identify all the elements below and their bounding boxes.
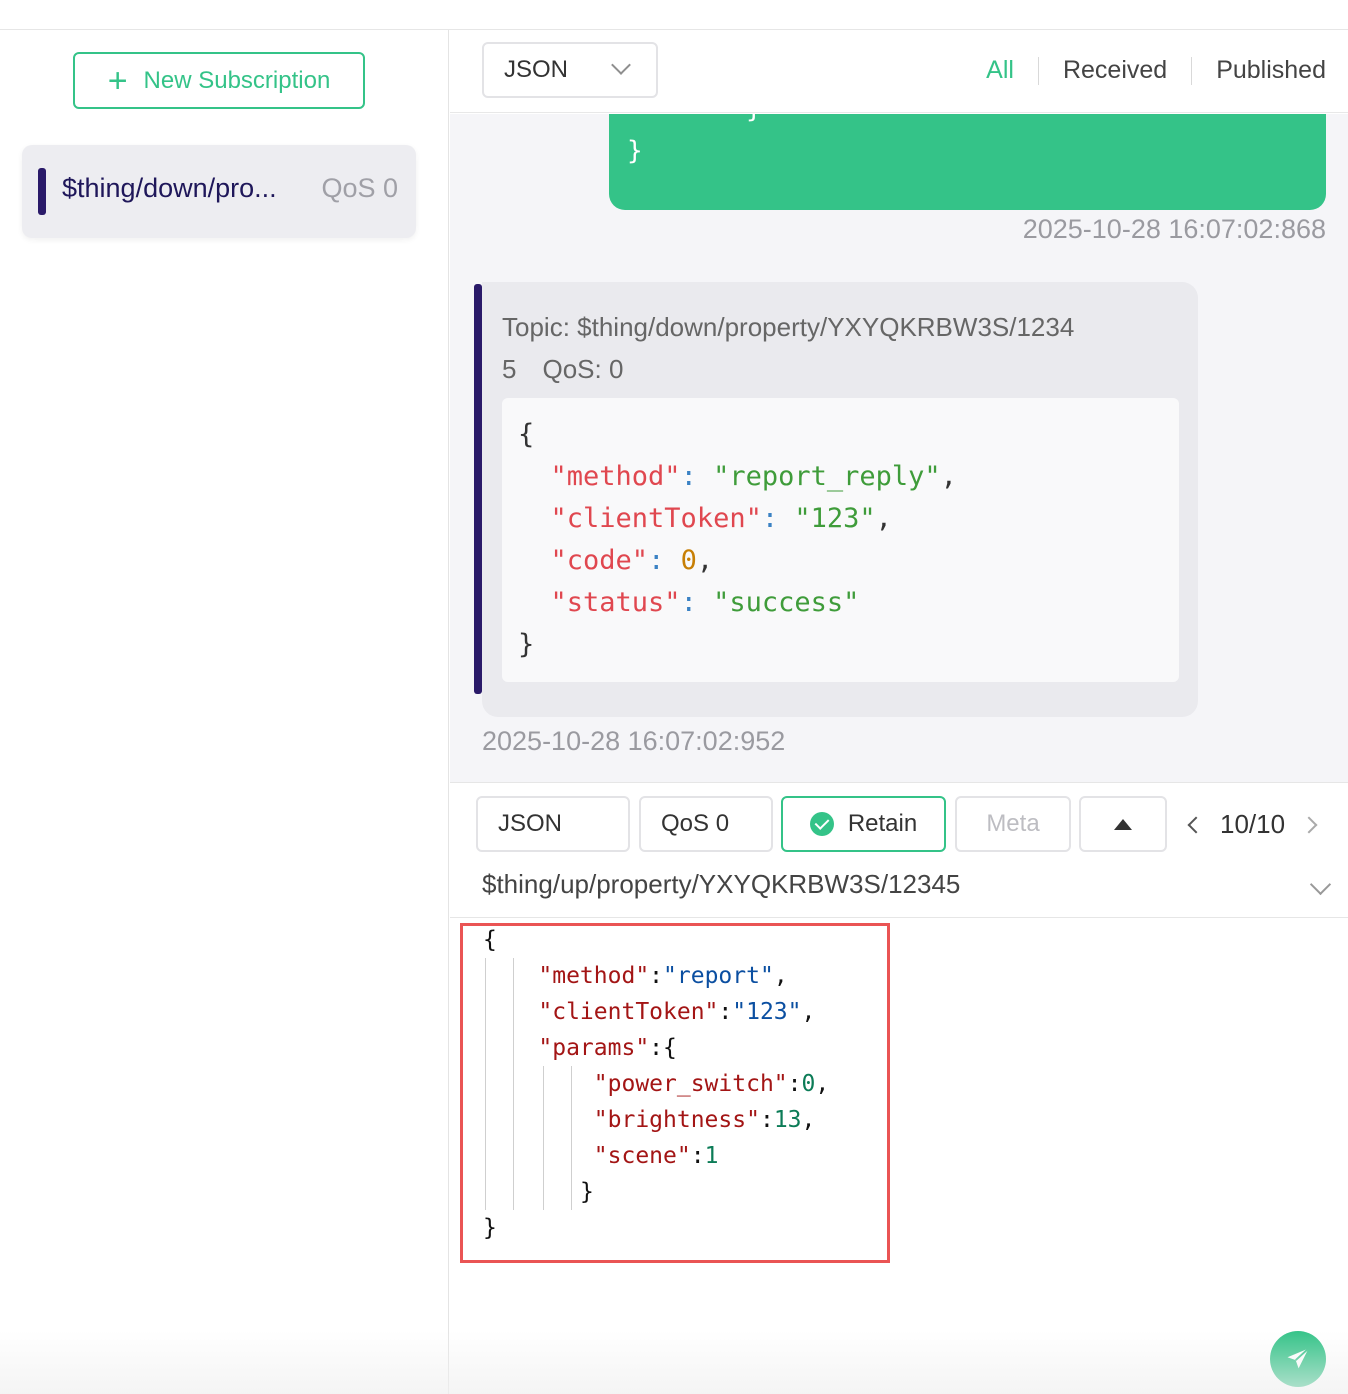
collapse-button[interactable]: [1079, 796, 1167, 852]
editor-line: {: [483, 922, 829, 958]
json-value: 1: [704, 1143, 719, 1169]
json-value: "report_reply": [713, 461, 941, 492]
tab-published[interactable]: Published: [1216, 56, 1326, 85]
top-bar: [0, 0, 1348, 30]
editor-line: "scene":1: [593, 1143, 719, 1169]
payload-line: "status": "success": [550, 587, 860, 618]
publish-format-value: JSON: [498, 810, 563, 837]
message-header: JSON All Received Published: [450, 30, 1348, 113]
subscriptions-sidebar: + New Subscription $thing/down/pro... Qo…: [0, 30, 449, 1394]
json-key: "clientToken": [550, 503, 762, 534]
payload-editor[interactable]: { "method":"report", "clientToken":"123"…: [460, 923, 890, 1263]
pager-count: 10/10: [1220, 809, 1286, 839]
payload-line: "method": "report_reply",: [550, 461, 957, 492]
json-key: "scene": [593, 1143, 691, 1169]
json-value: "123": [732, 999, 802, 1025]
divider: [450, 917, 1348, 918]
received-topic: Topic: $thing/down/property/YXYQKRBW3S/1…: [502, 306, 1162, 390]
brace: {: [518, 419, 535, 450]
received-timestamp: 2025-10-28 16:07:02:952: [482, 726, 786, 756]
received-topic-tail: 5: [502, 354, 517, 384]
editor-line: "params":{: [538, 1035, 677, 1061]
payload-line: {: [518, 414, 1163, 456]
meta-button[interactable]: Meta: [955, 796, 1071, 852]
brace: }: [579, 1179, 594, 1205]
editor-code: { "method":"report", "clientToken":"123"…: [483, 922, 829, 1246]
json-key: "method": [550, 461, 681, 492]
meta-label: Meta: [986, 810, 1040, 837]
publish-qos-value: QoS 0: [661, 810, 730, 837]
editor-line: "power_switch":0,: [593, 1071, 830, 1097]
triangle-up-icon: [1114, 818, 1132, 830]
published-message-bubble: } }: [609, 114, 1326, 210]
json-key: "method": [538, 963, 650, 989]
received-qos: QoS: 0: [542, 354, 624, 384]
send-button[interactable]: [1270, 1331, 1326, 1387]
payload-line: "code": 0,: [550, 545, 714, 576]
history-pager: 10/10: [1187, 809, 1318, 840]
json-key: "brightness": [593, 1107, 760, 1133]
published-payload-line: }: [627, 136, 643, 166]
json-key: "code": [550, 545, 649, 576]
json-value: 0: [680, 545, 697, 576]
received-color-bar: [474, 284, 482, 694]
published-timestamp: 2025-10-28 16:07:02:868: [1022, 214, 1326, 244]
brace: }: [483, 1215, 497, 1241]
tab-all[interactable]: All: [986, 56, 1014, 85]
tab-received[interactable]: Received: [1063, 56, 1167, 85]
subscription-color-bar: [38, 168, 46, 215]
subscription-item[interactable]: $thing/down/pro... QoS 0: [22, 145, 416, 238]
json-value: "success": [713, 587, 860, 618]
chevron-left-icon[interactable]: [1187, 816, 1205, 833]
received-topic-line: Topic: $thing/down/property/YXYQKRBW3S/1…: [502, 312, 1075, 342]
message-list[interactable]: } } 2025-10-28 16:07:02:868 Topic: $thin…: [450, 114, 1348, 782]
editor-line: "clientToken":"123",: [538, 999, 816, 1025]
retain-toggle[interactable]: Retain: [781, 796, 946, 852]
json-key: "clientToken": [538, 999, 719, 1025]
editor-line: }: [483, 1210, 829, 1246]
editor-line: "brightness":13,: [593, 1107, 816, 1133]
new-subscription-label: New Subscription: [143, 66, 331, 94]
payload-format-value: JSON: [504, 56, 569, 83]
received-message-bubble: Topic: $thing/down/property/YXYQKRBW3S/1…: [482, 282, 1198, 717]
chevron-right-icon[interactable]: [1300, 816, 1318, 833]
message-pane: JSON All Received Published } } 2025-10-…: [450, 30, 1348, 1394]
send-icon: [1287, 1347, 1310, 1369]
tab-divider: [1037, 56, 1039, 85]
publish-panel: JSON QoS 0 Retain Meta 10/10 $thing/up/p…: [450, 782, 1348, 1394]
json-key: "params": [538, 1035, 650, 1061]
retain-label: Retain: [847, 810, 918, 837]
check-circle-icon: [809, 812, 834, 836]
payload-line: "clientToken": "123",: [550, 503, 892, 534]
json-key: "power_switch": [593, 1071, 788, 1097]
brace: {: [483, 927, 497, 953]
publish-qos-select[interactable]: QoS 0: [639, 796, 773, 852]
published-payload-line: }: [746, 114, 762, 124]
json-value: 13: [773, 1107, 802, 1133]
brace: }: [518, 629, 535, 660]
message-filter-tabs: All Received Published: [986, 56, 1326, 85]
publish-topic-input[interactable]: $thing/up/property/YXYQKRBW3S/12345: [482, 869, 1312, 900]
json-value: 0: [801, 1071, 816, 1097]
tab-divider: [1191, 56, 1193, 85]
json-value: "123": [794, 503, 876, 534]
editor-line: }: [483, 1174, 829, 1210]
subscription-topic: $thing/down/pro...: [62, 173, 277, 203]
payload-line: }: [518, 624, 1163, 666]
chevron-down-icon: [611, 55, 631, 75]
plus-icon: +: [107, 61, 128, 100]
new-subscription-button[interactable]: + New Subscription: [73, 52, 365, 109]
editor-line: "method":"report",: [538, 963, 788, 989]
received-topic-line: 5 QoS: 0: [502, 348, 1162, 390]
json-key: "status": [550, 587, 681, 618]
chevron-down-icon[interactable]: [1309, 873, 1332, 896]
json-value: "report": [663, 963, 774, 989]
publish-format-select[interactable]: JSON: [476, 796, 630, 852]
payload-format-select[interactable]: JSON: [482, 42, 658, 98]
subscription-qos: QoS 0: [321, 173, 398, 203]
received-payload: { "method": "report_reply", "clientToken…: [502, 398, 1179, 682]
